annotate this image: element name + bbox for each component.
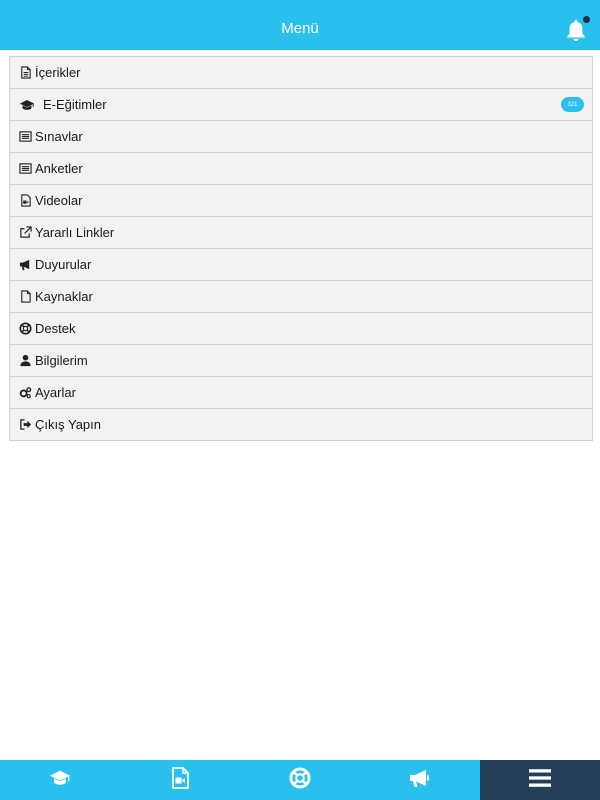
menu-item-destek[interactable]: Destek	[10, 313, 592, 345]
list-icon	[18, 162, 32, 176]
menu-item-bilgilerim[interactable]: Bilgilerim	[10, 345, 592, 377]
menu-item-yararli-linkler[interactable]: Yararlı Linkler	[10, 217, 592, 249]
top-header: Menü	[0, 0, 600, 50]
menu-item-sinavlar[interactable]: Sınavlar	[10, 121, 592, 153]
menu-item-label: Videolar	[35, 193, 83, 208]
menu-item-label: Bilgilerim	[35, 353, 88, 368]
menu-item-label: Anketler	[35, 161, 83, 176]
menu-item-ayarlar[interactable]: Ayarlar	[10, 377, 592, 409]
tab-videolar[interactable]	[120, 760, 240, 800]
menu-item-anketler[interactable]: Anketler	[10, 153, 592, 185]
file-text-icon	[18, 66, 32, 80]
menu-item-label: Destek	[35, 321, 76, 336]
list-icon	[18, 130, 32, 144]
tab-destek[interactable]	[240, 760, 360, 800]
bottom-tab-bar	[0, 760, 600, 800]
notification-dot	[583, 16, 590, 23]
graduation-cap-icon	[18, 98, 36, 112]
life-ring-icon	[18, 322, 32, 336]
menu-item-label: Kaynaklar	[35, 289, 93, 304]
menu-item-kaynaklar[interactable]: Kaynaklar	[10, 281, 592, 313]
bullhorn-icon	[18, 258, 32, 272]
bars-icon	[529, 767, 551, 794]
menu-item-e-egitimler[interactable]: E-Eğitimler 321	[10, 89, 592, 121]
page-title: Menü	[281, 20, 319, 37]
menu-item-cikis-yapin[interactable]: Çıkış Yapın	[10, 409, 592, 441]
menu-item-label: Ayarlar	[35, 385, 76, 400]
menu-item-label: Çıkış Yapın	[35, 417, 101, 432]
menu-item-label: E-Eğitimler	[43, 97, 107, 112]
file-video-icon	[18, 194, 32, 208]
gears-icon	[18, 386, 32, 400]
user-icon	[18, 354, 32, 368]
life-ring-icon	[289, 767, 311, 794]
file-icon	[18, 290, 32, 304]
file-video-icon	[169, 766, 191, 794]
side-menu: İçerikler E-Eğitimler 321 Sınavlar Anket…	[9, 56, 593, 441]
external-link-icon	[18, 226, 32, 240]
tab-e-egitimler[interactable]	[0, 760, 120, 800]
graduation-cap-icon	[49, 767, 71, 794]
menu-item-duyurular[interactable]: Duyurular	[10, 249, 592, 281]
count-badge: 321	[561, 97, 584, 112]
menu-item-label: İçerikler	[35, 65, 81, 80]
tab-duyurular[interactable]	[360, 760, 480, 800]
tab-menu[interactable]	[480, 760, 600, 800]
menu-item-icerikler[interactable]: İçerikler	[10, 57, 592, 89]
bullhorn-icon	[409, 767, 431, 794]
sign-out-icon	[18, 418, 32, 432]
menu-item-label: Duyurular	[35, 257, 92, 272]
menu-item-videolar[interactable]: Videolar	[10, 185, 592, 217]
menu-item-label: Yararlı Linkler	[35, 225, 115, 240]
menu-item-label: Sınavlar	[35, 129, 83, 144]
